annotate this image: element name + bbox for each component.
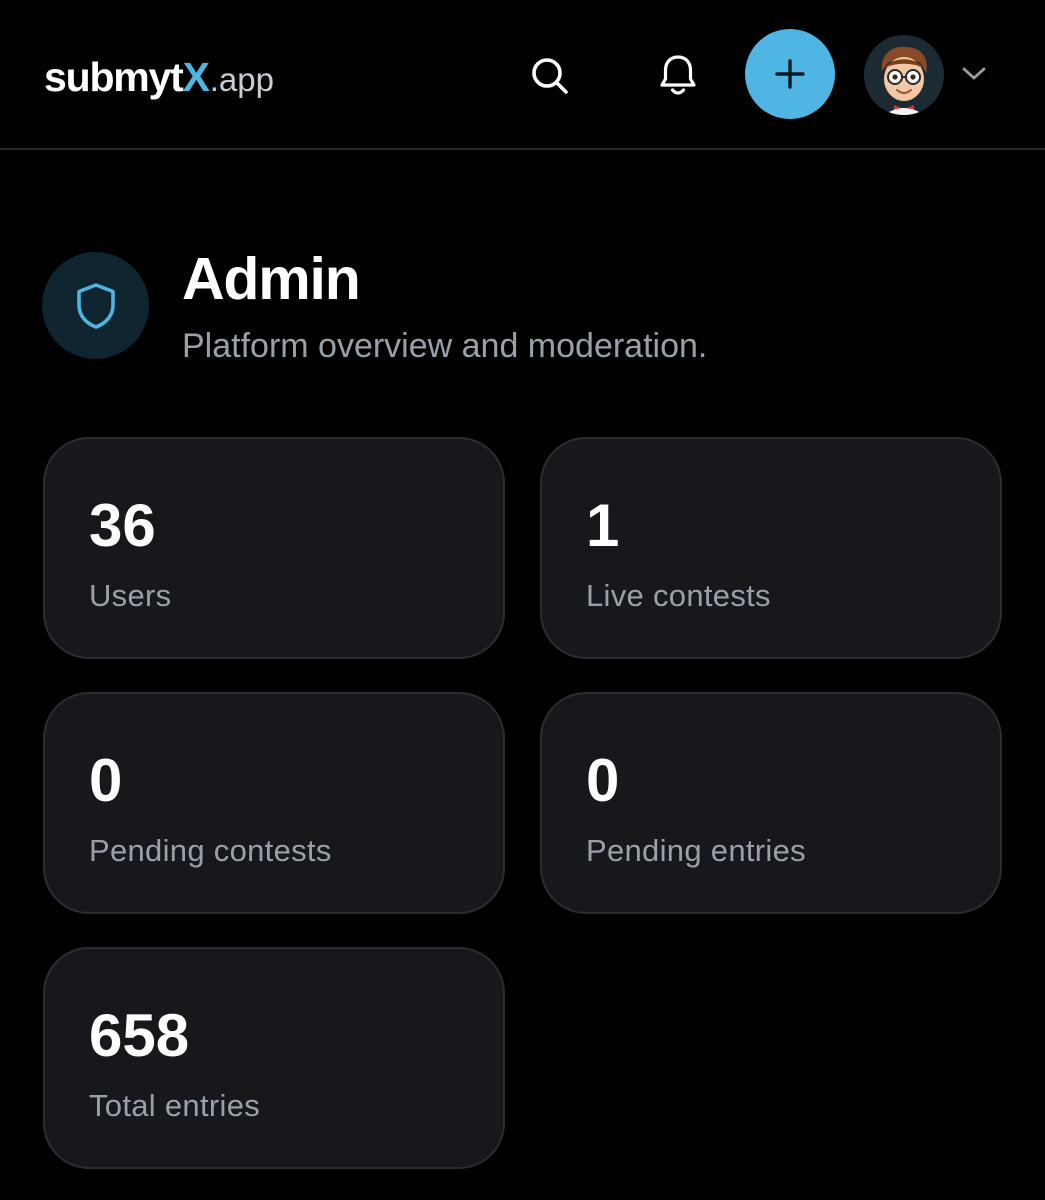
avatar-illustration	[864, 35, 944, 115]
stat-card-total-entries: 658 Total entries	[43, 947, 505, 1169]
search-icon	[532, 58, 568, 94]
stat-label: Live contests	[586, 578, 771, 613]
page-title: Admin	[182, 246, 361, 312]
plus-icon	[775, 59, 805, 89]
logo-domain-suffix: .app	[209, 61, 274, 98]
stat-value: 36	[89, 492, 156, 559]
page-subtitle: Platform overview and moderation.	[182, 327, 708, 365]
stat-card-live-contests: 1 Live contests	[540, 437, 1002, 659]
stat-label: Pending contests	[89, 833, 332, 868]
chevron-down-icon	[962, 67, 986, 80]
bell-icon	[660, 55, 696, 95]
stat-label: Users	[89, 578, 172, 613]
search-button[interactable]	[524, 50, 576, 102]
notifications-button[interactable]	[652, 48, 704, 104]
stat-value: 1	[586, 492, 620, 559]
stat-label: Pending entries	[586, 833, 806, 868]
stat-label: Total entries	[89, 1088, 261, 1123]
admin-badge	[42, 252, 149, 359]
stat-value: 0	[586, 747, 620, 814]
stat-value: 658	[89, 1002, 190, 1069]
logo-brand-accent: X	[182, 54, 210, 100]
stat-card-pending-entries: 0 Pending entries	[540, 692, 1002, 914]
user-avatar[interactable]	[864, 35, 944, 115]
stat-card-pending-contests: 0 Pending contests	[43, 692, 505, 914]
account-menu-toggle[interactable]	[956, 56, 992, 92]
logo-brand-text: submyt	[44, 54, 184, 100]
create-button[interactable]	[745, 29, 835, 119]
app-logo[interactable]: submytX.app	[44, 52, 274, 102]
shield-icon	[76, 282, 115, 329]
stat-value: 0	[89, 747, 123, 814]
top-bar: submytX.app	[0, 0, 1045, 150]
stat-card-users: 36 Users	[43, 437, 505, 659]
